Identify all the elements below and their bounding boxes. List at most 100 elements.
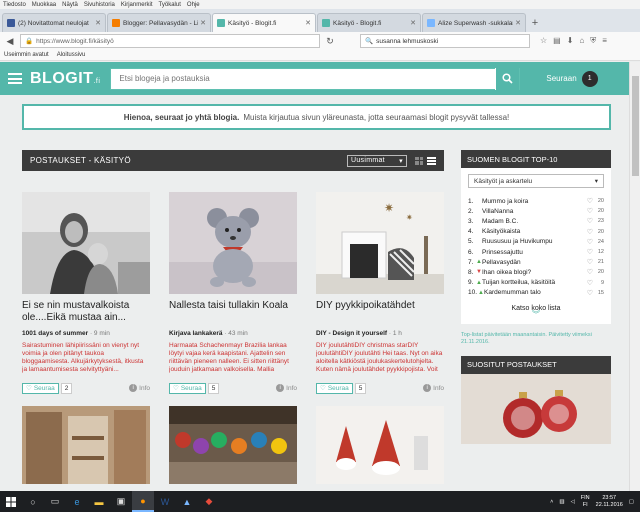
post-blog-name[interactable]: DIY - Design it yourself — [316, 330, 387, 337]
menu-item-file[interactable]: Tiedosto — [3, 2, 26, 8]
heart-icon[interactable]: ♡ — [587, 197, 593, 205]
back-icon[interactable]: ◀ — [4, 36, 16, 47]
reload-icon[interactable]: ↻ — [324, 36, 336, 47]
site-logo[interactable]: BLOGIT.fi — [30, 70, 100, 88]
browser-tab[interactable]: Blogger: Pellavasydän - Lii... ✕ — [107, 13, 211, 32]
new-tab-button[interactable]: + — [527, 13, 543, 32]
follow-button[interactable]: ♡ Seuraa — [22, 382, 59, 394]
post-excerpt[interactable]: DIY joulutähtiDIY christmas starDIY joul… — [316, 342, 444, 374]
word-icon[interactable]: W — [154, 491, 176, 512]
heart-icon[interactable]: ♡ — [587, 248, 593, 256]
heart-icon[interactable]: ♡ — [587, 238, 593, 246]
network-icon[interactable]: ▥ — [559, 499, 564, 505]
home-icon[interactable]: ⌂ — [579, 36, 584, 46]
menu-item-tools[interactable]: Työkalut — [159, 2, 181, 8]
info-button[interactable]: i Info — [423, 384, 444, 392]
post-image-koala-toy[interactable] — [169, 192, 297, 294]
heart-icon[interactable]: ♡ — [587, 207, 593, 215]
volume-icon[interactable]: ◁ — [571, 499, 575, 505]
close-tab-icon[interactable]: ✕ — [305, 19, 311, 27]
file-explorer-icon[interactable]: ▬ — [88, 491, 110, 512]
following-button[interactable]: Seuraan 1 — [546, 70, 598, 87]
list-item[interactable]: 1. Mummo ja koira ♡ 20 — [468, 196, 604, 206]
url-bar[interactable]: 🔒 https://www.blogit.fi/käsityö — [20, 34, 320, 48]
menu-icon[interactable]: ≡ — [602, 36, 607, 46]
heart-icon[interactable]: ♡ — [587, 289, 593, 297]
close-tab-icon[interactable]: ✕ — [200, 19, 206, 27]
star-icon[interactable]: ☆ — [540, 36, 547, 46]
popular-post-image[interactable] — [461, 373, 611, 444]
list-item[interactable]: 10. ▲ Kardemumman talo ♡ 15 — [468, 288, 604, 298]
follow-button[interactable]: ♡ Seuraa — [316, 382, 353, 394]
info-button[interactable]: i Info — [276, 384, 297, 392]
post-blog-name[interactable]: Kirjava lankakerä — [169, 330, 222, 337]
post-title[interactable]: DIY pyykkipoikatähdet — [316, 300, 444, 324]
chevron-down-icon[interactable]: ︾ — [468, 310, 604, 318]
heart-icon[interactable]: ♡ — [587, 258, 593, 266]
menu-item-view[interactable]: Näytä — [62, 2, 78, 8]
heart-icon[interactable]: ♡ — [587, 279, 593, 287]
post-blog-name[interactable]: 1001 days of summer — [22, 330, 88, 337]
post-image-christmas-gnomes[interactable] — [316, 406, 444, 484]
clipboard-icon[interactable]: ▤ — [553, 36, 561, 46]
browser-tab[interactable]: Käsityö - Blogit.fi ✕ — [317, 13, 421, 32]
list-view-icon[interactable] — [427, 156, 436, 165]
scrollbar-thumb[interactable] — [632, 76, 639, 176]
list-item[interactable]: 4. Käsityökaista ♡ 20 — [468, 227, 604, 237]
shield-icon[interactable]: ⛨ — [590, 36, 596, 46]
firefox-icon[interactable]: ● — [132, 491, 154, 512]
bookmark-start-page[interactable]: Aloitussivu — [57, 52, 86, 58]
category-select[interactable]: Käsityöt ja askartelu ▾ — [468, 174, 604, 188]
menu-item-edit[interactable]: Muokkaa — [32, 2, 56, 8]
post-excerpt[interactable]: Harmaata Schachenmayr Brazilia lankaa lö… — [169, 342, 297, 374]
store-icon[interactable]: ▣ — [110, 491, 132, 512]
photos-icon[interactable]: ▲ — [176, 491, 198, 512]
search-icon[interactable]: ○ — [22, 491, 44, 512]
download-icon[interactable]: ⬇ — [567, 36, 574, 46]
notifications-icon[interactable]: ▢ — [629, 499, 634, 505]
post-image-mother-child[interactable] — [22, 192, 150, 294]
browser-tab[interactable]: Alize Superwash -sukkalan... ✕ — [422, 13, 526, 32]
browser-tab-active[interactable]: Käsityö - Blogit.fi ✕ — [212, 13, 316, 32]
task-view-icon[interactable]: ▭ — [44, 491, 66, 512]
follow-button[interactable]: ♡ Seuraa — [169, 382, 206, 394]
list-item[interactable]: 6. Prinsessajuttu ♡ 12 — [468, 247, 604, 257]
list-item[interactable]: 9. ▲ Tuijan kortteilua, käsitöitä ♡ 9 — [468, 278, 604, 288]
site-search-input[interactable] — [111, 68, 496, 89]
menu-item-help[interactable]: Ohje — [187, 2, 200, 8]
list-item[interactable]: 8. ▼ Ihan oikea blogi? ♡ 20 — [468, 267, 604, 277]
windows-start-icon[interactable] — [0, 491, 22, 512]
site-search-button[interactable] — [495, 67, 520, 90]
post-title[interactable]: Ei se nin mustavalkoista ole....Eikä mus… — [22, 300, 150, 324]
sort-select[interactable]: Uusimmat ▾ — [347, 154, 407, 167]
clock[interactable]: 23:57 22.11.2016 — [596, 495, 623, 509]
browser-search-field[interactable]: 🔍 susanna lehmuskoski — [360, 34, 530, 48]
heart-icon[interactable]: ♡ — [587, 217, 593, 225]
language-indicator[interactable]: FIN FI — [581, 495, 590, 509]
close-tab-icon[interactable]: ✕ — [410, 19, 416, 27]
hamburger-menu-icon[interactable] — [8, 73, 22, 84]
grid-view-icon[interactable] — [415, 156, 423, 165]
bookmark-most-visited[interactable]: Useimmin avatut — [4, 52, 49, 58]
menu-item-history[interactable]: Sivuhistoria — [84, 2, 115, 8]
paint-icon[interactable]: ◆ — [198, 491, 220, 512]
chevron-up-icon[interactable]: ˄ — [550, 499, 553, 505]
list-item[interactable]: 5. Ruususuu ja Huvikumpu ♡ 24 — [468, 237, 604, 247]
post-image-fireplace-stars[interactable]: ✷ ✷ — [316, 192, 444, 294]
close-tab-icon[interactable]: ✕ — [515, 19, 521, 27]
menu-item-bookmarks[interactable]: Kirjanmerkit — [121, 2, 153, 8]
post-title[interactable]: Nallesta taisi tullakin Koala — [169, 300, 297, 324]
info-button[interactable]: i Info — [129, 384, 150, 392]
list-item[interactable]: 3. Madam B.C. ♡ 23 — [468, 216, 604, 226]
heart-icon[interactable]: ♡ — [587, 228, 593, 236]
list-item[interactable]: 2. VillaNanna ♡ 20 — [468, 206, 604, 216]
post-image-yarn-shop[interactable] — [169, 406, 297, 484]
post-image-shelves[interactable] — [22, 406, 150, 484]
list-item[interactable]: 7. ▲ Pellavasydän ♡ 21 — [468, 257, 604, 267]
post-excerpt[interactable]: Sairastuminen lähipiirissäni on vienyt n… — [22, 342, 150, 374]
close-tab-icon[interactable]: ✕ — [95, 19, 101, 27]
edge-browser-icon[interactable]: e — [66, 491, 88, 512]
page-scrollbar[interactable] — [629, 62, 640, 491]
browser-tab[interactable]: (2) Novitattomat neulojat ✕ — [2, 13, 106, 32]
heart-icon[interactable]: ♡ — [587, 268, 593, 276]
